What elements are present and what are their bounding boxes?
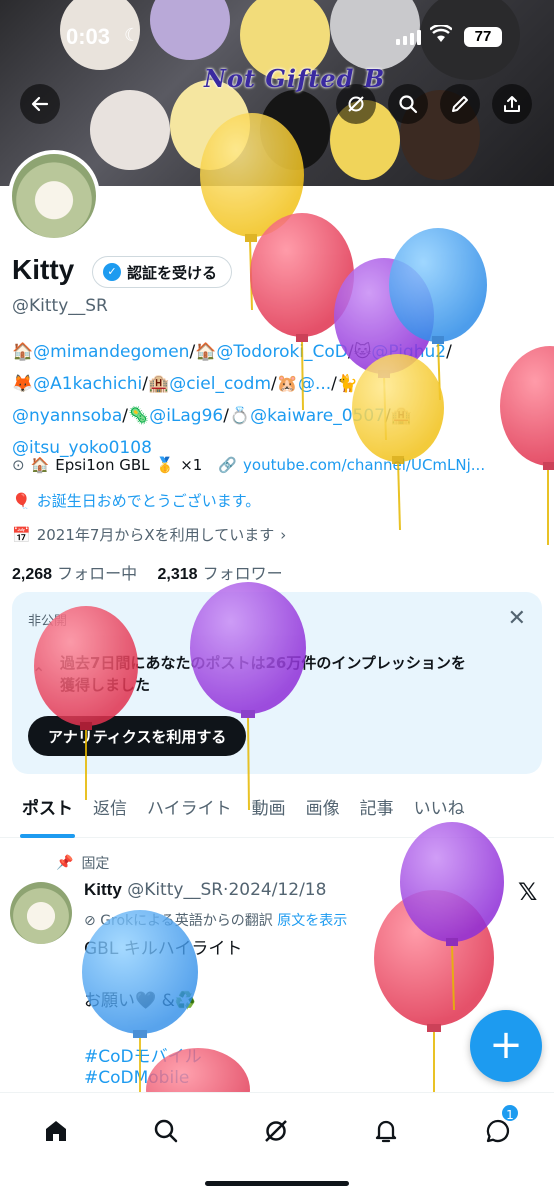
search-button[interactable] [388, 84, 428, 124]
joined-row[interactable]: 📅 2021年7月からXを利用しています › [12, 524, 286, 545]
location-icon: ⊙ [12, 456, 25, 474]
bottom-nav: 1 [0, 1092, 554, 1200]
location-text: Epsi1on GBL [55, 456, 150, 474]
bio-mention[interactable]: @A1kachichi [33, 374, 142, 394]
link-icon: 🔗 [218, 456, 238, 474]
x-logo-icon: 𝕏 [518, 878, 538, 906]
tab-highlights[interactable]: ハイライト [137, 790, 242, 838]
private-label: 非公開 [28, 614, 68, 629]
post-body: GBL キルハイライト お願い🖤 &♻️ [84, 939, 243, 1011]
grok-icon [348, 96, 364, 112]
balloon [400, 822, 504, 1011]
profile-meta-row: ⊙ 🏠 Epsi1on GBL 🥇 ×1 🔗 youtube.com/channel… [12, 456, 486, 474]
tab-posts[interactable]: ポスト [12, 790, 83, 838]
bio-mention[interactable]: @iLag96 [149, 406, 223, 426]
close-icon[interactable]: ✕ [508, 606, 526, 631]
share-icon [504, 96, 520, 112]
search-icon [154, 1119, 178, 1143]
bell-icon [375, 1120, 397, 1143]
grok-icon [265, 1120, 287, 1142]
translation-row: ⊘ Grokによる英語からの翻訳 原文を表示 [84, 913, 348, 929]
home-icon [46, 1121, 66, 1141]
chevron-right-icon: › [280, 525, 287, 544]
website-link[interactable]: youtube.com/channel/UCmLNj... [243, 456, 485, 474]
show-original-link[interactable]: 原文を表示 [277, 913, 347, 929]
pin-icon: 📌 [56, 855, 74, 871]
profile-name: Kitty [12, 254, 75, 285]
status-bar: 0:03 ☾ 77 [0, 23, 554, 54]
nav-grok[interactable] [256, 1111, 296, 1151]
following-link[interactable]: 2,268 フォロー中 [12, 564, 137, 583]
compose-button[interactable]: + [470, 1010, 542, 1082]
post-avatar[interactable] [10, 882, 72, 944]
pencil-icon [452, 96, 468, 112]
banner-character [90, 90, 170, 170]
bio-mention[interactable]: @Todoroki_CoD [216, 342, 348, 362]
bio-mention[interactable]: @mimandegomen [33, 342, 189, 362]
banner-character [170, 80, 250, 170]
birthday-row: 🎈 お誕生日おめでとうございます。 [12, 490, 260, 511]
moon-icon: ☾ [124, 25, 141, 46]
bio-mention[interactable]: @ciel_codm [169, 374, 271, 394]
bio-mention[interactable]: @Piqhu2 [371, 342, 446, 362]
grok-button[interactable] [336, 84, 376, 124]
bio-mention[interactable]: @kaiware_0507 [250, 406, 385, 426]
profile-bio: 🏠@mimandegomen/🏠@Todoroki_CoD/🐱@Piqhu2/ … [12, 342, 452, 458]
calendar-icon: 📅 [12, 525, 31, 544]
nav-search[interactable] [146, 1111, 186, 1151]
profile-avatar[interactable] [8, 150, 100, 242]
hashtag-link[interactable]: #CoDモバイル [84, 1042, 202, 1067]
profile-tabs: ポスト 返信 ハイライト 動画 画像 記事 いいね [0, 790, 554, 838]
hashtag-link[interactable]: #CoDMobile [84, 1068, 189, 1088]
analytics-message: 過去7日間にあなたのポストは26万件のインプレッションを 獲得しました [60, 654, 466, 694]
signal-icon [396, 30, 421, 45]
analytics-cta-button[interactable]: アナリティクスを利用する [28, 716, 247, 756]
bio-mention[interactable]: @nyannsoba [12, 406, 122, 426]
pinned-label-row: 📌 固定 [56, 855, 110, 872]
messages-badge: 1 [500, 1103, 520, 1123]
post-header: Kitty @Kitty__SR·2024/12/18 [84, 880, 326, 900]
battery-indicator: 77 [464, 27, 502, 47]
edit-button[interactable] [440, 84, 480, 124]
share-button[interactable] [492, 84, 532, 124]
verify-button[interactable]: ✓ 認証を受ける [92, 256, 233, 288]
profile-handle: @Kitty__SR [12, 296, 108, 316]
home-indicator [205, 1181, 349, 1186]
nav-messages[interactable]: 1 [478, 1103, 520, 1151]
verified-badge-icon: ✓ [103, 263, 121, 281]
tab-replies[interactable]: 返信 [83, 790, 137, 838]
wifi-icon [429, 23, 453, 48]
grok-small-icon: ⊘ [84, 913, 96, 929]
bio-mention[interactable]: @... [298, 374, 331, 394]
tab-videos[interactable]: 動画 [242, 790, 296, 838]
verify-label: 認証を受ける [127, 263, 218, 282]
nav-notifications[interactable] [366, 1111, 406, 1151]
trend-arrow-icon: ⌃ [32, 664, 46, 683]
analytics-card: 非公開 ✕ ⌃ 過去7日間にあなたのポストは26万件のインプレッションを 獲得し… [12, 592, 542, 774]
joined-text: 2021年7月からXを利用しています [36, 526, 275, 544]
post-author[interactable]: Kitty [84, 880, 122, 899]
follow-stats: 2,268 フォロー中 2,318 フォロワー [12, 560, 283, 584]
search-icon [399, 95, 418, 114]
nav-home[interactable] [36, 1111, 76, 1151]
tab-likes[interactable]: いいね [404, 790, 475, 838]
banner-character [260, 90, 330, 170]
birthday-text[interactable]: お誕生日おめでとうございます。 [37, 490, 261, 511]
back-button[interactable] [20, 84, 60, 124]
arrow-left-icon [31, 96, 49, 112]
status-time: 0:03 [66, 24, 111, 49]
post-handle-date: @Kitty__SR·2024/12/18 [127, 880, 327, 900]
tab-articles[interactable]: 記事 [350, 790, 404, 838]
bio-mention[interactable]: @itsu_yoko0108 [12, 438, 152, 458]
plus-icon: + [489, 1022, 523, 1068]
tab-images[interactable]: 画像 [296, 790, 350, 838]
balloon-icon: 🎈 [12, 491, 31, 510]
location-suffix: ×1 [180, 456, 203, 474]
followers-link[interactable]: 2,318 フォロワー [158, 564, 283, 583]
